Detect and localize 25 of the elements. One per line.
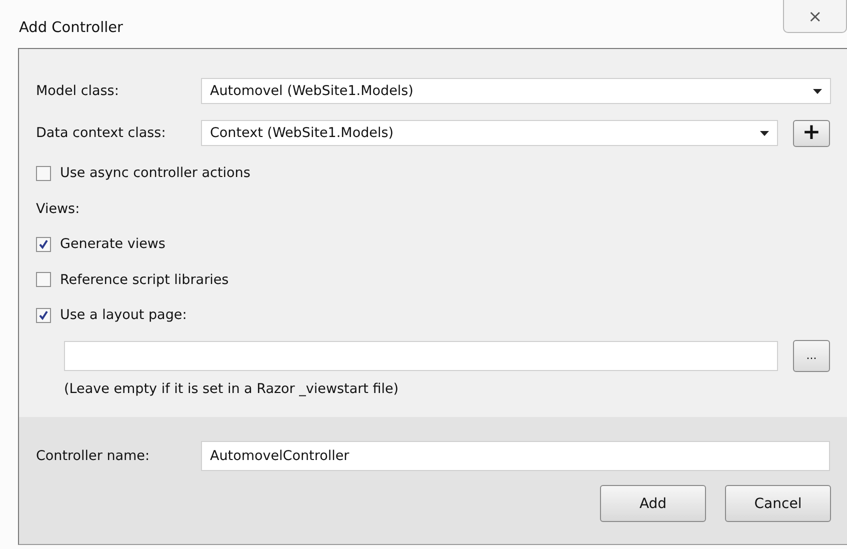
add-button[interactable]: + — [793, 120, 830, 146]
checkbox[interactable] — [36, 236, 51, 252]
section-label: Views: — [36, 200, 80, 216]
field-label: Model class: — [36, 83, 120, 99]
close-button[interactable]: ⨯ — [783, 0, 847, 33]
caret-icon — [760, 130, 769, 136]
checkbox-label: Use async controller actions — [60, 165, 250, 181]
caret-icon — [813, 88, 822, 94]
field-label: Controller name: — [36, 448, 151, 464]
window-title: Add Controller — [19, 20, 124, 36]
checkbox-label: Reference script libraries — [60, 272, 229, 288]
checkbox[interactable] — [36, 166, 51, 180]
checkbox[interactable] — [36, 308, 51, 322]
browse-button[interactable]: ... — [793, 340, 830, 372]
checkbox-label: Generate views — [60, 236, 166, 252]
dropdown[interactable]: Automovel (WebSite1.Models) — [201, 78, 831, 104]
checkbox-label: Use a layout page: — [60, 307, 187, 323]
controller-name-field[interactable]: AutomovelController — [201, 441, 830, 471]
hint-text: (Leave empty if it is set in a Razor _viewstart file) — [64, 380, 399, 396]
field-label: Data context class: — [36, 125, 167, 141]
cancel-button[interactable]: Cancel — [725, 485, 831, 522]
layout-page-field[interactable] — [64, 340, 778, 370]
dropdown[interactable]: Context (WebSite1.Models) — [201, 120, 778, 146]
add-button[interactable]: Add — [600, 485, 706, 522]
checkbox[interactable] — [36, 272, 51, 287]
